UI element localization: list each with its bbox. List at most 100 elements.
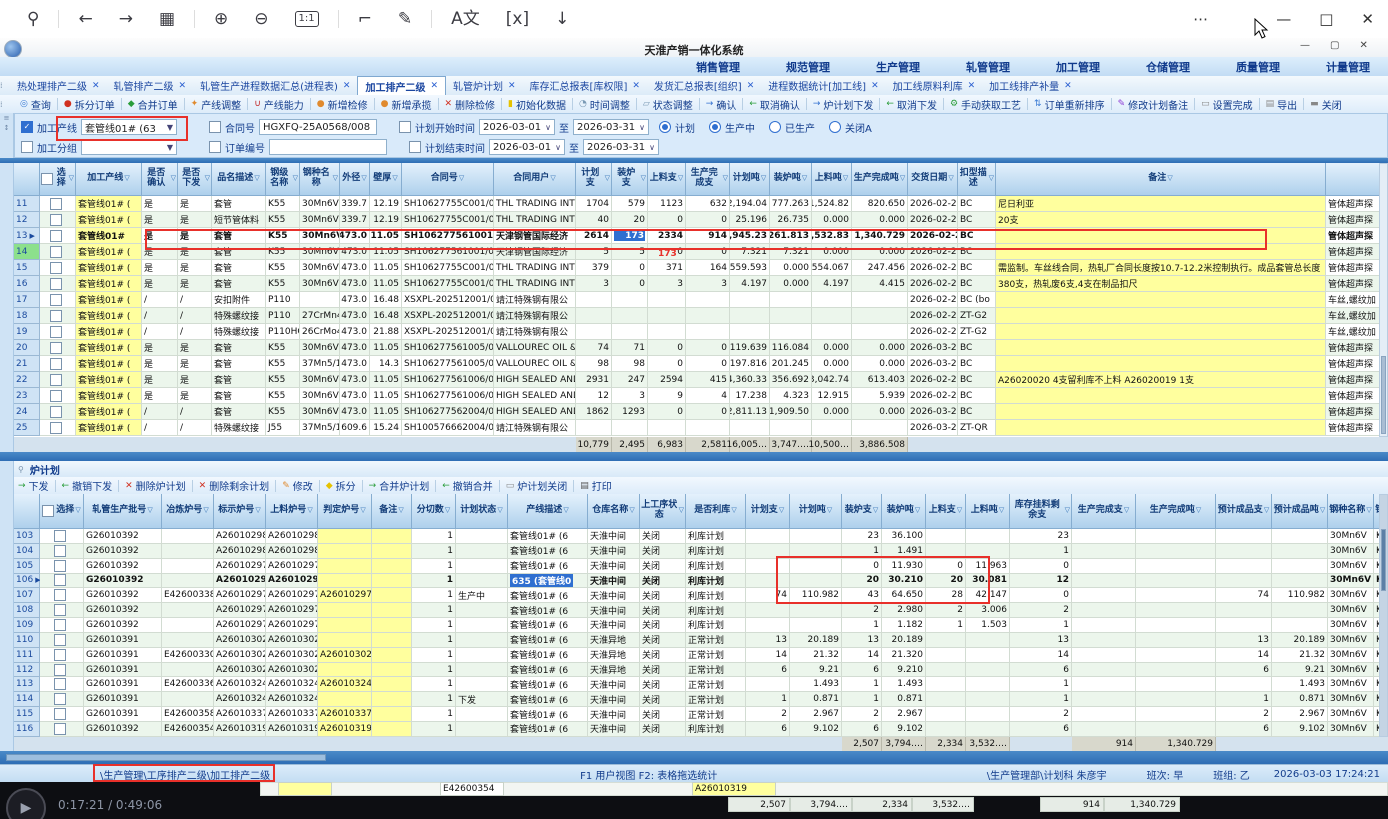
- cell[interactable]: 9.102: [790, 722, 842, 737]
- cell[interactable]: [1072, 529, 1136, 544]
- column-header-上工序状态[interactable]: 上工序状态▽: [640, 494, 686, 529]
- cell[interactable]: [746, 559, 790, 574]
- pin-icon[interactable]: ⚲: [27, 0, 39, 38]
- cell[interactable]: 尼日利亚: [996, 196, 1326, 212]
- filter-funnel-icon[interactable]: ▽: [999, 507, 1004, 515]
- cell[interactable]: [162, 633, 214, 648]
- column-header-上料吨[interactable]: 上料吨▽: [966, 494, 1010, 529]
- filter-funnel-icon[interactable]: ▽: [629, 507, 634, 515]
- cell[interactable]: 16.48: [370, 308, 402, 324]
- cell[interactable]: BC: [958, 276, 996, 292]
- cell[interactable]: 正常计划: [686, 707, 746, 722]
- cell[interactable]: A26010324: [266, 692, 318, 707]
- cell[interactable]: 2026-03-25: [908, 404, 958, 420]
- cell[interactable]: P110HC: [266, 324, 300, 340]
- toolbar-button-炉计划下发[interactable]: →炉计划下发: [809, 97, 878, 112]
- cell[interactable]: 30Mn6V: [1328, 603, 1374, 618]
- cell[interactable]: [1216, 544, 1272, 559]
- column-header-选择[interactable]: 选择▽: [40, 494, 84, 529]
- cell[interactable]: E42600336: [162, 677, 214, 692]
- cell[interactable]: 管体超声探: [1326, 228, 1384, 244]
- group-filter-dropdown[interactable]: ▼: [81, 139, 177, 155]
- cell[interactable]: J55: [266, 420, 300, 436]
- cell[interactable]: /: [178, 324, 212, 340]
- cell[interactable]: [162, 544, 214, 559]
- cell[interactable]: 28: [926, 588, 966, 603]
- cell[interactable]: [456, 618, 508, 633]
- cell[interactable]: [1136, 692, 1216, 707]
- cell[interactable]: 9: [648, 388, 686, 404]
- cell[interactable]: 天淮中间: [588, 618, 640, 633]
- filter-funnel-icon[interactable]: ▽: [679, 507, 684, 515]
- cell[interactable]: 12.19: [370, 196, 402, 212]
- cell[interactable]: K55: [266, 228, 300, 244]
- cell[interactable]: G26010392: [84, 544, 162, 559]
- cell[interactable]: 339.7: [340, 196, 370, 212]
- cell[interactable]: [1072, 588, 1136, 603]
- cell[interactable]: E42600330: [162, 648, 214, 663]
- cell[interactable]: [746, 677, 790, 692]
- toolbar-button-初始化数据[interactable]: ▮初始化数据: [504, 97, 570, 112]
- cell[interactable]: 管体超声探: [1326, 340, 1384, 356]
- cell[interactable]: 554.067: [812, 260, 852, 276]
- cell[interactable]: 0.000: [852, 212, 908, 228]
- cell[interactable]: 2: [1010, 603, 1072, 618]
- cell[interactable]: 2026-02-25: [908, 372, 958, 388]
- row-number[interactable]: 18: [14, 308, 40, 324]
- cell[interactable]: 2026-03-25: [908, 340, 958, 356]
- cell[interactable]: [926, 648, 966, 663]
- cell[interactable]: 套管: [212, 196, 266, 212]
- cell[interactable]: 1: [412, 529, 456, 544]
- cell[interactable]: [1136, 574, 1216, 589]
- cell[interactable]: 74: [1216, 588, 1272, 603]
- cell[interactable]: [966, 722, 1010, 737]
- cell[interactable]: 1: [412, 722, 456, 737]
- cell[interactable]: 生产中: [456, 588, 508, 603]
- cell[interactable]: [812, 324, 852, 340]
- toolbar-button-合并订单[interactable]: ◆合并订单: [124, 97, 182, 112]
- cell[interactable]: [926, 529, 966, 544]
- cell[interactable]: [1136, 677, 1216, 692]
- cell[interactable]: 套管线01# (: [76, 388, 142, 404]
- filter-funnel-icon[interactable]: ▽: [605, 175, 610, 183]
- filter-funnel-icon[interactable]: ▽: [361, 175, 366, 183]
- cell[interactable]: [926, 722, 966, 737]
- cell[interactable]: 11.05: [370, 372, 402, 388]
- column-header-计划吨[interactable]: 计划吨▽: [730, 163, 770, 196]
- cell[interactable]: 74: [746, 588, 790, 603]
- cell[interactable]: [1072, 692, 1136, 707]
- cell[interactable]: A26010302: [266, 633, 318, 648]
- row-checkbox[interactable]: [54, 693, 66, 705]
- plan-start-from-picker[interactable]: 2026-03-01 ∨: [479, 119, 555, 135]
- cell[interactable]: 管体超声探: [1326, 196, 1384, 212]
- cell[interactable]: 关闭: [640, 618, 686, 633]
- filter-funnel-icon[interactable]: ▽: [360, 507, 365, 515]
- cell[interactable]: P110: [266, 292, 300, 308]
- cell[interactable]: [966, 633, 1010, 648]
- cell[interactable]: 1: [1010, 544, 1072, 559]
- column-header-装炉支[interactable]: 装炉支▽: [842, 494, 882, 529]
- cell[interactable]: 是: [178, 212, 212, 228]
- hscrollbar-thumb[interactable]: [6, 754, 326, 761]
- cell[interactable]: 30Mn6V: [300, 212, 340, 228]
- cell[interactable]: 3,042.74: [812, 372, 852, 388]
- cell[interactable]: SH106277561005/001: [402, 340, 494, 356]
- toolbar-button-修改计划备注[interactable]: ✎修改计划备注: [1114, 97, 1193, 112]
- toolbar-button-拆分[interactable]: ◆拆分: [322, 478, 360, 493]
- cell[interactable]: [730, 292, 770, 308]
- cell[interactable]: A26010297: [266, 618, 318, 633]
- cell[interactable]: SH10627755C001/003: [402, 196, 494, 212]
- cell[interactable]: 天淮中间: [588, 707, 640, 722]
- cell[interactable]: 天淮中间: [588, 574, 640, 589]
- cell[interactable]: SH106277561005/002: [402, 356, 494, 372]
- cell[interactable]: 正常计划: [686, 692, 746, 707]
- cell[interactable]: 关闭: [640, 648, 686, 663]
- cell[interactable]: [1136, 588, 1216, 603]
- cell[interactable]: [746, 603, 790, 618]
- cell[interactable]: 特殊螺纹接: [212, 324, 266, 340]
- cell[interactable]: 天淮中间: [588, 677, 640, 692]
- cell[interactable]: 5.939: [852, 388, 908, 404]
- cell[interactable]: 利库计划: [686, 574, 746, 589]
- row-number[interactable]: 106▶: [14, 574, 40, 589]
- cell[interactable]: 利库计划: [686, 722, 746, 737]
